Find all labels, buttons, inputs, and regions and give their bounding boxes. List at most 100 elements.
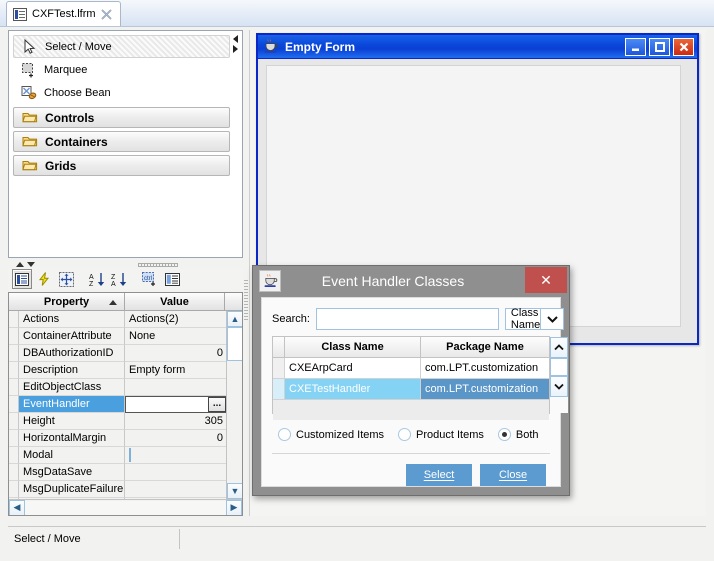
dialog-content: Search: Class Name Class Name Package Na…: [261, 297, 568, 487]
scroll-left-icon[interactable]: ◀: [9, 499, 25, 515]
row-gutter: [9, 362, 19, 379]
select-button[interactable]: Select: [406, 464, 472, 486]
table-row[interactable]: Description Empty form: [9, 362, 227, 379]
table-row[interactable]: HorizontalMargin 0: [9, 430, 227, 447]
table-row[interactable]: ContainerAttribute None: [9, 328, 227, 345]
minimize-icon[interactable]: [625, 37, 646, 56]
property-value[interactable]: 0: [125, 430, 227, 447]
table-row[interactable]: CXEArpCard com.LPT.customization: [273, 358, 549, 379]
radio-customized-items[interactable]: Customized Items: [278, 428, 384, 441]
editor-tab-cxftest[interactable]: CXFTest.lfrm: [6, 1, 121, 26]
search-label: Search:: [272, 313, 310, 325]
property-value[interactable]: None: [125, 328, 227, 345]
class-list-table[interactable]: Class Name Package Name CXEArpCard com.L…: [272, 336, 568, 420]
scroll-up-icon[interactable]: ▲: [227, 311, 242, 327]
property-value[interactable]: Empty form: [125, 362, 227, 379]
properties-list-icon[interactable]: [12, 269, 32, 289]
splitter-grip[interactable]: [138, 263, 178, 267]
radio-product-items[interactable]: Product Items: [398, 428, 484, 441]
collapse-down-icon[interactable]: [27, 262, 35, 267]
close-button[interactable]: Close: [480, 464, 546, 486]
value-column-header[interactable]: Value: [125, 293, 225, 311]
add-dotted-icon[interactable]: ctrl: [140, 269, 160, 289]
property-pages-icon[interactable]: [162, 269, 182, 289]
property-value-editor[interactable]: ...: [125, 396, 227, 413]
chevron-up-icon[interactable]: [550, 337, 568, 358]
radio-dot[interactable]: [278, 428, 291, 441]
table-row-selected-eventhandler[interactable]: EventHandler ...: [9, 396, 227, 413]
radio-dot-selected[interactable]: [497, 428, 511, 441]
sort-za-icon[interactable]: Z A: [109, 269, 129, 289]
property-name: EditObjectClass: [19, 379, 125, 396]
property-grid-rows: Actions Actions(2) ContainerAttribute No…: [9, 311, 227, 515]
lightning-bolt-icon[interactable]: [34, 269, 54, 289]
radio-dot[interactable]: [398, 428, 412, 441]
palette-group-controls[interactable]: Controls: [13, 107, 230, 128]
palette-group-grids[interactable]: Grids: [13, 155, 230, 176]
table-row[interactable]: Actions Actions(2): [9, 311, 227, 328]
cursor-arrow-icon: [22, 38, 38, 55]
property-name: EventHandler: [19, 396, 125, 413]
table-row-selected[interactable]: CXETestHandler com.LPT.customization: [273, 379, 549, 400]
close-x-icon[interactable]: [100, 8, 112, 20]
scrollbar-thumb[interactable]: [550, 358, 568, 376]
event-handler-classes-dialog[interactable]: Event Handler Classes ✕ Search: Class Na…: [252, 265, 570, 496]
table-row[interactable]: Modal: [9, 447, 227, 464]
scrollbar-thumb[interactable]: [227, 327, 242, 361]
property-value[interactable]: 305: [125, 413, 227, 430]
radio-both[interactable]: Both: [497, 428, 539, 441]
dialog-titlebar[interactable]: Event Handler Classes ✕: [253, 266, 569, 296]
table-row[interactable]: MsgDataSave: [9, 464, 227, 481]
palette-item-choose-bean[interactable]: Choose Bean: [13, 81, 230, 104]
property-toolbar: A Z Z A ctrl: [8, 268, 243, 290]
property-grid-horizontal-scrollbar[interactable]: ◀ ▶: [9, 499, 242, 515]
hscroll-track[interactable]: [25, 500, 226, 515]
property-value[interactable]: [125, 379, 227, 396]
collapse-up-icon[interactable]: [16, 262, 24, 267]
palette-item-marquee[interactable]: Marquee: [13, 58, 230, 81]
property-value-checkbox[interactable]: [125, 447, 227, 464]
palette-item-select-move[interactable]: Select / Move: [13, 35, 230, 58]
empty-form-titlebar[interactable]: Empty Form: [258, 35, 697, 59]
search-filter-value: Class Name: [510, 307, 541, 331]
svg-text:A: A: [89, 274, 94, 281]
scroll-right-icon[interactable]: ▶: [226, 499, 242, 515]
empty-form-title: Empty Form: [285, 39, 356, 54]
close-icon[interactable]: ✕: [525, 267, 567, 293]
close-icon[interactable]: [673, 37, 694, 56]
property-grid-vertical-scrollbar[interactable]: ▲ ▼: [226, 311, 242, 499]
property-value[interactable]: Actions(2): [125, 311, 227, 328]
table-vertical-scrollbar[interactable]: [549, 337, 568, 413]
radio-label: Both: [515, 428, 539, 441]
scroll-right-icon[interactable]: [233, 45, 238, 53]
table-row[interactable]: DBAuthorizationID 0: [9, 345, 227, 362]
table-row[interactable]: Height 305: [9, 413, 227, 430]
table-row[interactable]: EditObjectClass: [9, 379, 227, 396]
maximize-icon[interactable]: [649, 37, 670, 56]
row-gutter: [9, 464, 19, 481]
sort-az-icon[interactable]: A Z: [87, 269, 107, 289]
chevron-down-icon[interactable]: [540, 309, 564, 329]
ellipsis-button[interactable]: ...: [208, 397, 226, 412]
palette-group-containers[interactable]: Containers: [13, 131, 230, 152]
property-value[interactable]: 0: [125, 345, 227, 362]
package-name-column-header[interactable]: Package Name: [421, 337, 549, 358]
search-input[interactable]: [315, 308, 499, 330]
chevron-down-icon[interactable]: [550, 376, 568, 397]
property-value[interactable]: [125, 481, 227, 498]
palette-item-label: Marquee: [44, 63, 88, 76]
table-row[interactable]: MsgDuplicateFailure: [9, 481, 227, 498]
search-filter-combo[interactable]: Class Name: [504, 307, 565, 331]
class-name-column-header[interactable]: Class Name: [285, 337, 421, 358]
move-grid-icon[interactable]: [56, 269, 76, 289]
property-value[interactable]: [125, 464, 227, 481]
row-gutter: [9, 379, 19, 396]
scroll-down-icon[interactable]: ▼: [227, 483, 242, 499]
splitter-grip[interactable]: [244, 280, 248, 320]
property-column-header[interactable]: Property: [9, 293, 125, 311]
property-grid-header: Property Value: [9, 293, 242, 311]
scroll-left-icon[interactable]: [233, 35, 238, 43]
modal-checkbox[interactable]: [129, 448, 131, 462]
palette-scroll-arrows[interactable]: [231, 33, 240, 255]
property-name: HorizontalMargin: [19, 430, 125, 447]
